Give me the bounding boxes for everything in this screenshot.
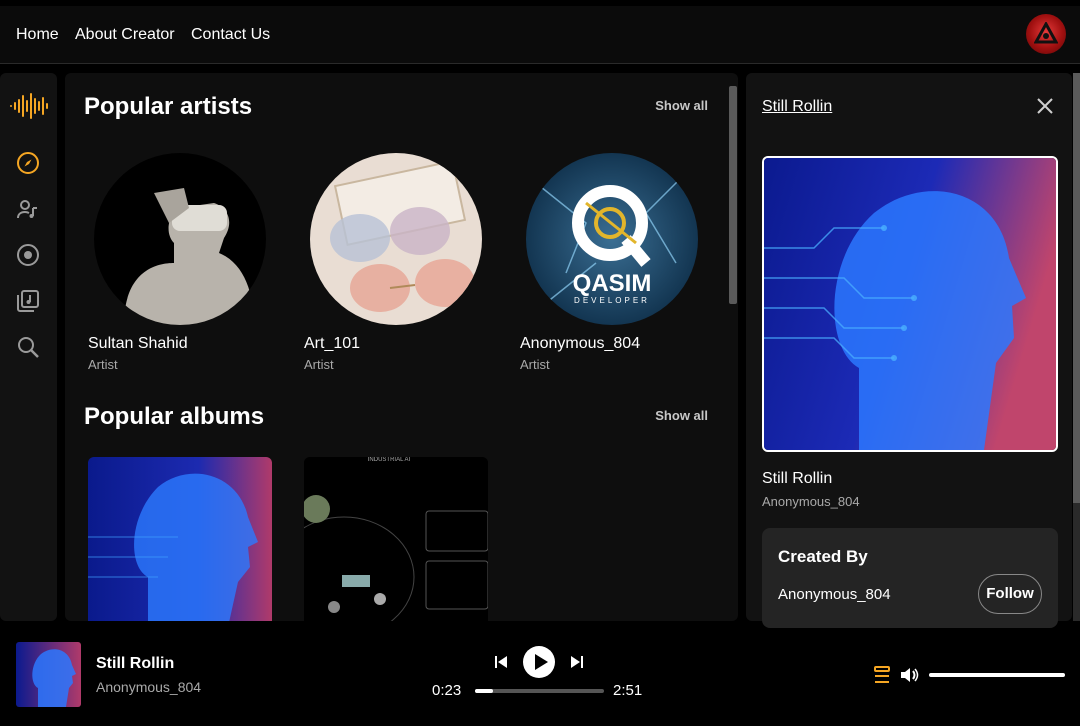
nav-contact-link[interactable]: Contact Us [191,26,270,44]
main-content: Popular artists Show all Sultan Shahid A… [65,73,738,621]
top-nav: Home About Creator Contact Us [0,6,1080,64]
artists-show-all-link[interactable]: Show all [655,98,708,113]
library-icon[interactable] [16,289,40,313]
artist-image [310,153,482,325]
created-by-card: Created By Anonymous_804 Follow [762,528,1058,628]
player-bar: Still Rollin Anonymous_804 0:23 2:51 [0,628,1080,726]
progress-bar[interactable] [475,689,604,693]
panel-cover-art [762,156,1058,452]
nav-home-link[interactable]: Home [16,26,59,44]
popular-artists-title: Popular artists [84,93,253,120]
artist-image [94,153,266,325]
main-scrollbar-thumb[interactable] [729,86,737,304]
qasim-logo-sub: DEVELOPER [574,296,650,305]
artist-role: Artist [304,357,334,372]
search-icon[interactable] [16,335,40,359]
user-avatar[interactable] [1026,14,1066,54]
panel-track-artist: Anonymous_804 [762,494,860,509]
popular-albums-title: Popular albums [84,403,265,430]
panel-scrollbar[interactable] [1073,73,1080,621]
volume-slider[interactable] [929,673,1065,677]
album-cover: INDUSTRIAL AI [304,457,488,621]
sidebar [0,73,57,621]
album-card[interactable] [88,457,272,621]
close-icon[interactable] [1036,97,1054,115]
track-duration: 2:51 [613,682,643,699]
current-time: 0:23 [432,682,462,699]
compass-icon[interactable] [16,151,40,175]
panel-scrollbar-thumb[interactable] [1073,73,1080,503]
panel-track-title-link[interactable]: Still Rollin [762,98,832,116]
creator-name: Anonymous_804 [778,586,891,603]
next-track-icon[interactable] [570,654,584,670]
artist-role: Artist [88,357,118,372]
qasim-logo-text: QASIM [573,270,652,297]
artist-role: Artist [520,357,550,372]
queue-icon[interactable] [874,666,890,684]
now-playing-panel: Still Rollin Still Rollin Anonymous_804 … [746,73,1072,628]
artist-card[interactable]: QASIM DEVELOPER Anonymous_804 Artist [520,153,700,372]
player-track-title: Still Rollin [96,655,175,672]
player-track-artist: Anonymous_804 [96,679,202,695]
progress-fill [475,689,494,693]
follow-button[interactable]: Follow [978,574,1042,614]
artist-name: Anonymous_804 [520,335,641,352]
waveform-logo-icon [10,93,48,119]
volume-icon[interactable] [900,666,920,684]
album-disc-icon[interactable] [16,243,40,267]
play-icon[interactable] [522,645,556,679]
artist-icon[interactable] [16,197,40,221]
album-cover-heading: INDUSTRIAL AI [368,457,411,463]
created-by-heading: Created By [778,547,868,566]
albums-show-all-link[interactable]: Show all [655,408,708,423]
panel-track-name: Still Rollin [762,470,833,487]
artist-card[interactable]: Sultan Shahid Artist [88,153,268,372]
artist-name: Art_101 [304,335,361,352]
artist-image: QASIM DEVELOPER [526,153,698,325]
nav-about-link[interactable]: About Creator [75,26,175,44]
previous-track-icon[interactable] [494,654,508,670]
album-card[interactable]: INDUSTRIAL AI [304,457,488,621]
artist-name: Sultan Shahid [88,335,188,352]
avatar-logo-icon [1034,22,1058,44]
artist-card[interactable]: Art_101 Artist [304,153,484,372]
player-cover-art [16,642,81,707]
album-cover [88,457,272,621]
